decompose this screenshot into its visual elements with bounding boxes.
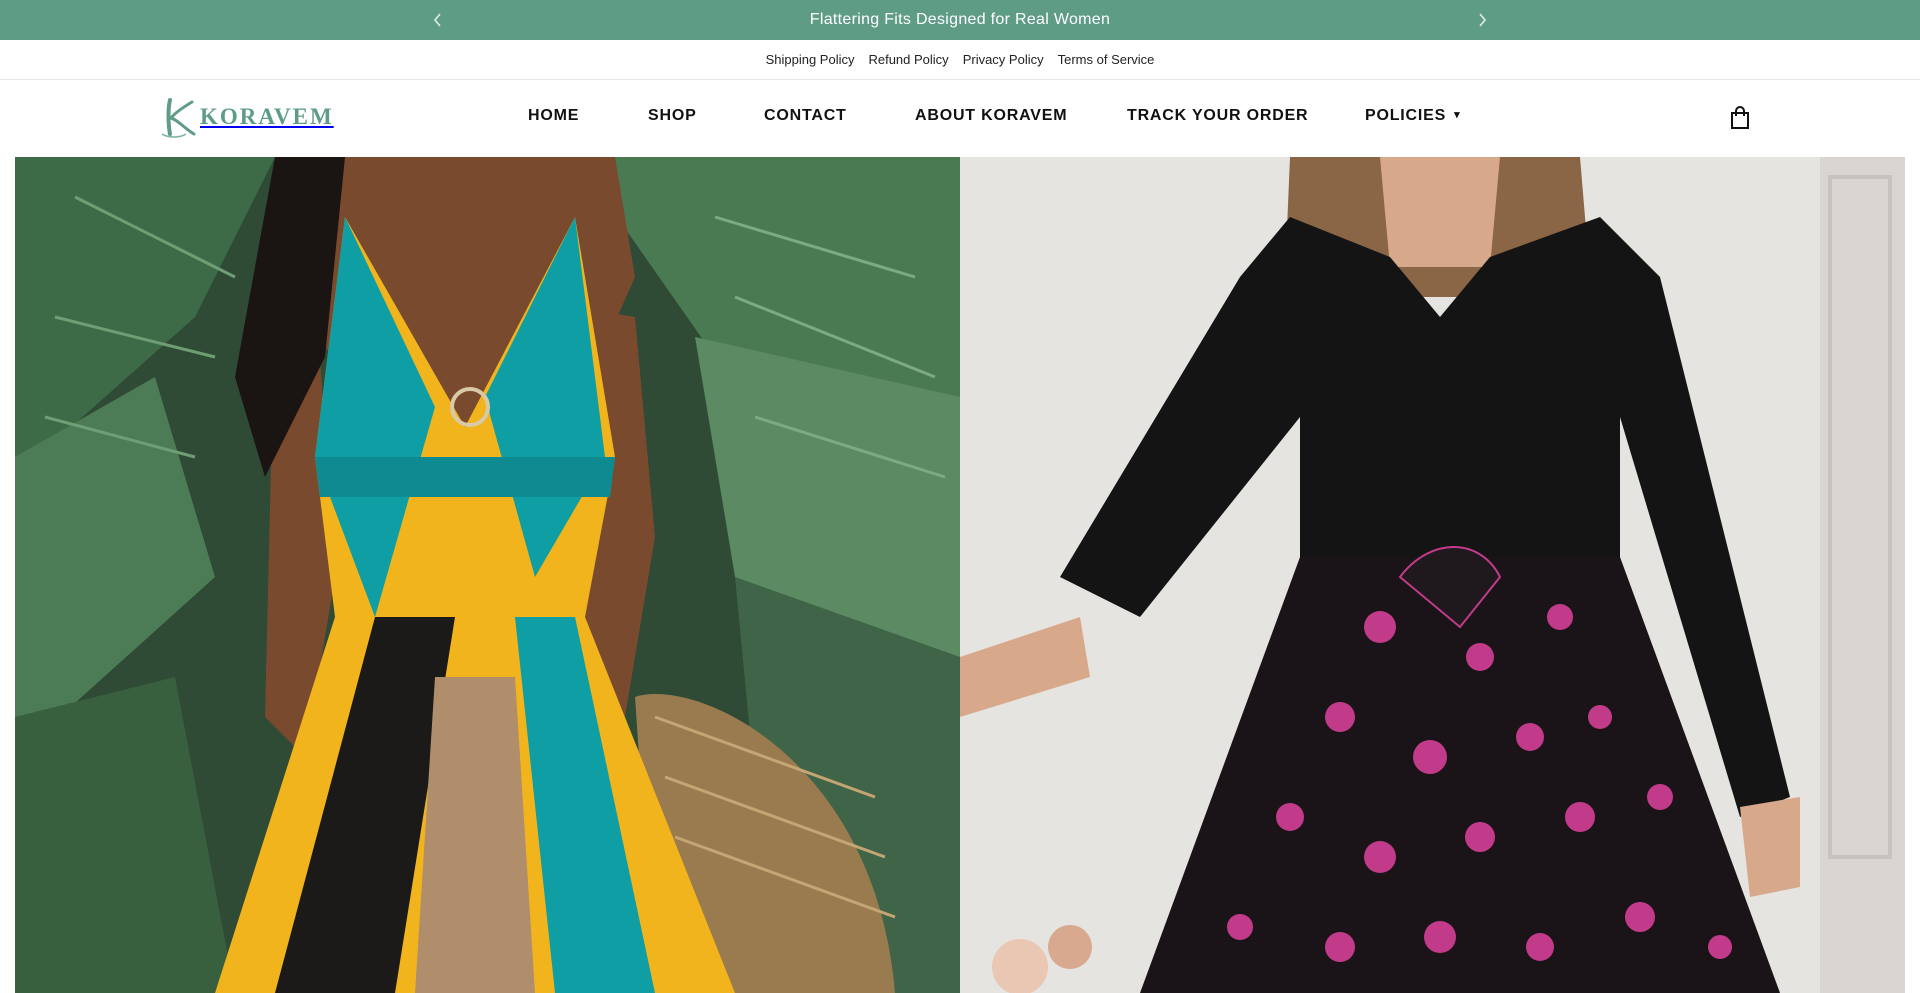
privacy-policy-link[interactable]: Privacy Policy (963, 52, 1044, 67)
announcement-prev-button[interactable] (418, 0, 458, 40)
hero-banner (15, 157, 1905, 993)
announcement-message: Flattering Fits Designed for Real Women (809, 11, 1111, 28)
woman-in-black-floral-midi-dress-image[interactable] (960, 157, 1905, 993)
woman-in-colorful-printed-maxi-dress-image[interactable] (15, 157, 960, 993)
nav-item-track-order[interactable]: TRACK YOUR ORDER (1127, 107, 1308, 125)
main-nav: HOME SHOP CONTACT ABOUT KORAVEM TRACK YO… (0, 80, 1920, 157)
refund-policy-link[interactable]: Refund Policy (868, 52, 948, 67)
announcement-next-button[interactable] (1462, 0, 1502, 40)
policy-links-bar: Shipping Policy Refund Policy Privacy Po… (0, 40, 1920, 80)
nav-item-shop[interactable]: SHOP (648, 107, 697, 125)
chevron-left-icon (433, 13, 441, 27)
nav-item-about[interactable]: ABOUT KORAVEM (915, 107, 1067, 125)
announcement-bar: Flattering Fits Designed for Real Women (0, 0, 1920, 40)
site-header: KORAVEM HOME SHOP CONTACT ABOUT KORAVEM … (0, 80, 1920, 157)
cart-button[interactable] (1729, 106, 1751, 130)
shipping-policy-link[interactable]: Shipping Policy (766, 52, 855, 67)
nav-item-policies[interactable]: POLICIES ▾ (1365, 107, 1460, 125)
chevron-down-icon: ▾ (1454, 109, 1461, 121)
nav-item-contact[interactable]: CONTACT (764, 107, 847, 125)
chevron-right-icon (1479, 13, 1487, 27)
shopping-bag-icon (1731, 106, 1749, 129)
terms-of-service-link[interactable]: Terms of Service (1058, 52, 1155, 67)
nav-item-policies-label: POLICIES (1365, 107, 1447, 124)
nav-item-home[interactable]: HOME (528, 107, 579, 125)
